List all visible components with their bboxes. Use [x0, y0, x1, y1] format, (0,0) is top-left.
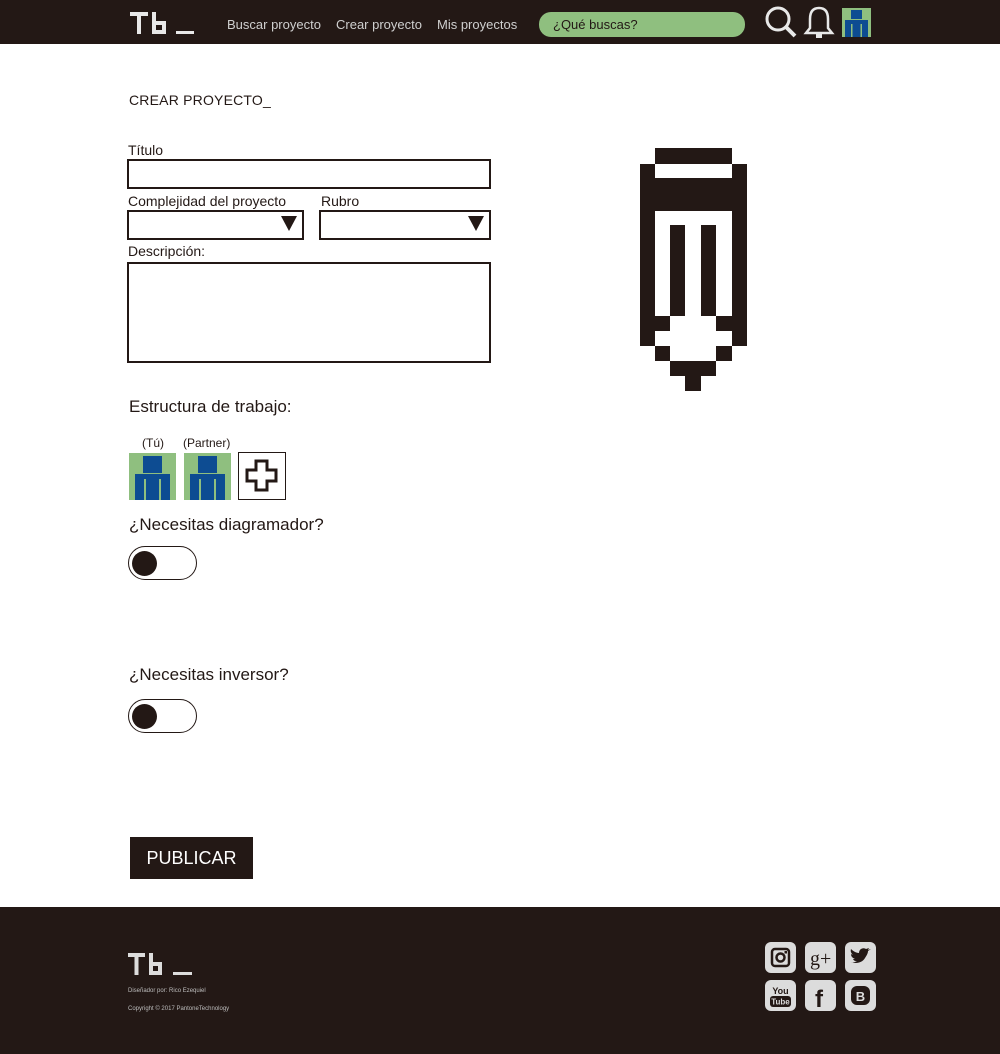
investor-question: ¿Necesitas inversor?	[129, 665, 289, 684]
nav-mis-proyectos[interactable]: Mis proyectos	[437, 17, 517, 32]
blogger-icon[interactable]: B	[845, 980, 876, 1011]
description-textarea[interactable]	[127, 262, 491, 363]
member-avatar-you[interactable]	[129, 453, 176, 500]
dropdown-arrow-icon	[468, 216, 484, 231]
toggle-knob	[132, 551, 157, 576]
team-structure-heading: Estructura de trabajo:	[129, 397, 292, 416]
member-label-you: (Tú)	[142, 436, 164, 450]
nav-buscar-proyecto[interactable]: Buscar proyecto	[227, 17, 321, 32]
search-icon[interactable]	[764, 5, 798, 39]
member-avatar-partner[interactable]	[184, 453, 231, 500]
instagram-icon[interactable]	[765, 942, 796, 973]
description-label: Descripción:	[128, 243, 206, 259]
top-navigation-bar: Buscar proyecto Crear proyecto Mis proye…	[0, 0, 1000, 44]
plus-icon	[245, 459, 278, 492]
google-plus-glyph: g+	[810, 948, 831, 970]
complexity-select[interactable]	[127, 210, 304, 240]
blogger-glyph: B	[856, 989, 865, 1004]
member-label-partner: (Partner)	[183, 436, 231, 450]
title-label: Título	[128, 142, 164, 158]
bell-icon[interactable]	[802, 5, 836, 39]
footer: Diseñador por: Rico Ezequiel Copyright ©…	[0, 907, 1000, 1054]
brand-logo[interactable]	[130, 8, 196, 38]
publish-button[interactable]: PUBLICAR	[130, 837, 253, 879]
pencil-icon	[640, 148, 747, 391]
twitter-icon[interactable]	[845, 942, 876, 973]
page-title: CREAR PROYECTO_	[129, 92, 271, 108]
facebook-icon[interactable]: f	[805, 980, 836, 1013]
facebook-glyph: f	[815, 986, 824, 1011]
footer-logo[interactable]	[128, 951, 194, 977]
category-label: Rubro	[321, 193, 360, 209]
designer-credit: Diseñador por: Rico Ezequiel	[128, 988, 206, 994]
designer-toggle[interactable]	[128, 546, 197, 580]
copyright-text: Copyright © 2017 PantoneTechnology	[128, 1006, 230, 1012]
toggle-knob	[132, 704, 157, 729]
search-input[interactable]: ¿Qué buscas?	[539, 12, 745, 37]
title-field[interactable]	[127, 159, 491, 189]
dropdown-arrow-icon	[281, 216, 297, 231]
youtube-glyph-top: You	[772, 986, 788, 996]
add-member-button[interactable]	[238, 452, 286, 500]
category-select[interactable]	[319, 210, 491, 240]
complexity-label: Complejidad del proyecto	[128, 193, 286, 209]
google-plus-icon[interactable]: g+	[805, 942, 836, 973]
nav-crear-proyecto[interactable]: Crear proyecto	[336, 17, 422, 32]
investor-toggle[interactable]	[128, 699, 197, 733]
designer-question: ¿Necesitas diagramador?	[129, 515, 324, 534]
youtube-glyph-bottom: Tube	[771, 998, 790, 1007]
user-avatar[interactable]	[842, 8, 871, 37]
youtube-icon[interactable]: You Tube	[765, 980, 796, 1011]
